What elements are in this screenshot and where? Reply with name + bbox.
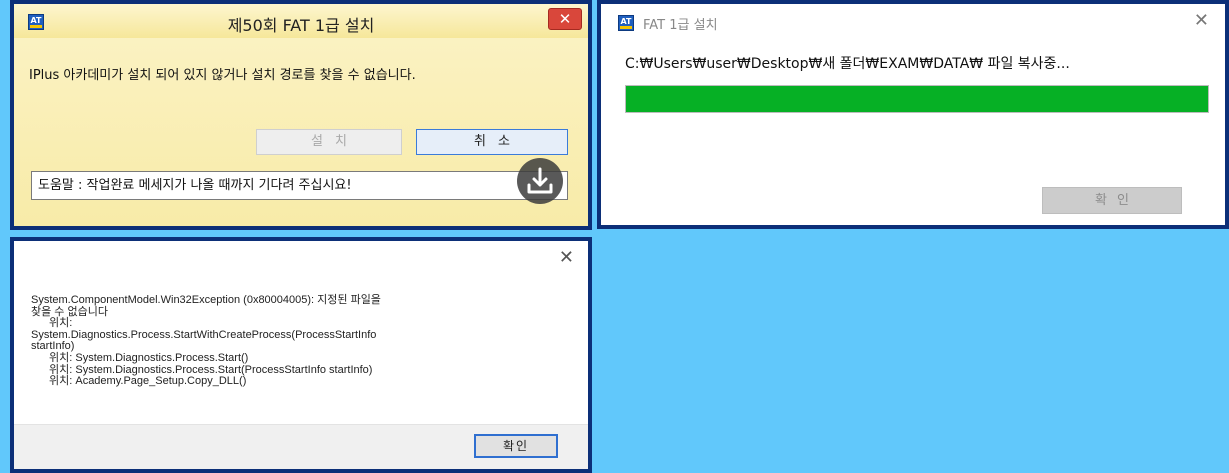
progress-dialog-title: FAT 1급 설치 xyxy=(643,18,718,33)
help-text-box: 도움말 : 작업완료 메세지가 나올 때까지 기다려 주십시요! xyxy=(31,171,568,200)
exception-line: System.ComponentModel.Win32Exception (0x… xyxy=(31,294,381,306)
download-tray-button[interactable] xyxy=(517,158,563,204)
exception-dialog-footer: 확인 xyxy=(14,424,588,469)
progress-confirm-button[interactable]: 확인 xyxy=(1042,187,1182,214)
exception-dialog: ✕ System.ComponentModel.Win32Exception (… xyxy=(10,237,592,473)
progress-dialog-close-icon[interactable]: ✕ xyxy=(1194,10,1209,31)
exception-line: 위치: Academy.Page_Setup.Copy_DLL() xyxy=(49,375,247,388)
install-progress-dialog: AT FAT 1급 설치 ✕ C:₩Users₩user₩Desktop₩새 폴… xyxy=(597,0,1229,229)
copy-progress-bar xyxy=(625,85,1209,113)
exception-confirm-button[interactable]: 확인 xyxy=(474,434,558,458)
exception-dialog-titlebar: ✕ xyxy=(14,241,588,277)
install-dialog-titlebar: AT 제50회 FAT 1급 설치 ✕ xyxy=(14,4,588,38)
cancel-button[interactable]: 취소 xyxy=(416,129,568,155)
exception-message: System.ComponentModel.Win32Exception (0x… xyxy=(31,294,571,388)
install-dialog-close-button[interactable]: ✕ xyxy=(548,8,582,30)
install-dialog-title: 제50회 FAT 1급 설치 xyxy=(227,16,375,35)
exception-line: System.Diagnostics.Process.StartWithCrea… xyxy=(31,328,377,341)
exception-line: 찾을 수 없습니다 xyxy=(31,305,108,318)
exception-line: 위치: System.Diagnostics.Process.Start() xyxy=(49,351,249,364)
copy-status-text: C:₩Users₩user₩Desktop₩새 폴더₩EXAM₩DATA₩ 파일… xyxy=(625,56,1070,72)
install-button[interactable]: 설치 xyxy=(256,129,402,155)
fat-app-logo-icon: AT xyxy=(618,15,634,31)
install-error-message: IPlus 아카데미가 설치 되어 있지 않거나 설치 경로를 찾을 수 없습니… xyxy=(29,68,416,83)
download-tray-icon xyxy=(527,167,553,194)
exception-dialog-close-icon[interactable]: ✕ xyxy=(559,247,574,268)
install-error-dialog: AT 제50회 FAT 1급 설치 ✕ IPlus 아카데미가 설치 되어 있지… xyxy=(10,0,592,230)
copy-progress-fill xyxy=(626,86,1208,112)
